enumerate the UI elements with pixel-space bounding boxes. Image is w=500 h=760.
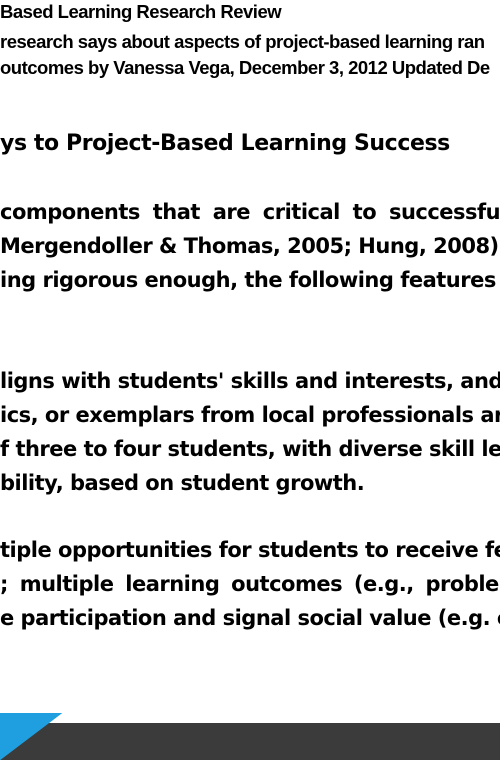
section-title: ys to Project-Based Learning Success <box>0 131 450 156</box>
footer-bar <box>0 723 500 760</box>
body-line: ing rigorous enough, the following featu… <box>0 268 500 292</box>
body-line: tiple opportunities for students to rece… <box>0 538 500 562</box>
body-line: ; multiple learning outcomes (e.g., prob… <box>0 572 500 596</box>
body-line: Mergendoller & Thomas, 2005; Hung, 2008)… <box>0 234 500 258</box>
body-line: e participation and signal social value … <box>0 606 500 630</box>
body-line: components that are critical to successf… <box>0 200 500 224</box>
footer-accent-shape <box>0 713 62 760</box>
header-subtitle: research says about aspects of project-b… <box>0 31 485 52</box>
header-title: Based Learning Research Review <box>0 1 282 22</box>
body-line: ics, or exemplars from local professiona… <box>0 403 500 427</box>
body-line: f three to four students, with diverse s… <box>0 437 500 461</box>
header-byline: outcomes by Vanessa Vega, December 3, 20… <box>0 57 490 78</box>
body-line: bility, based on student growth. <box>0 471 365 495</box>
body-line: ligns with students' skills and interest… <box>0 369 500 393</box>
